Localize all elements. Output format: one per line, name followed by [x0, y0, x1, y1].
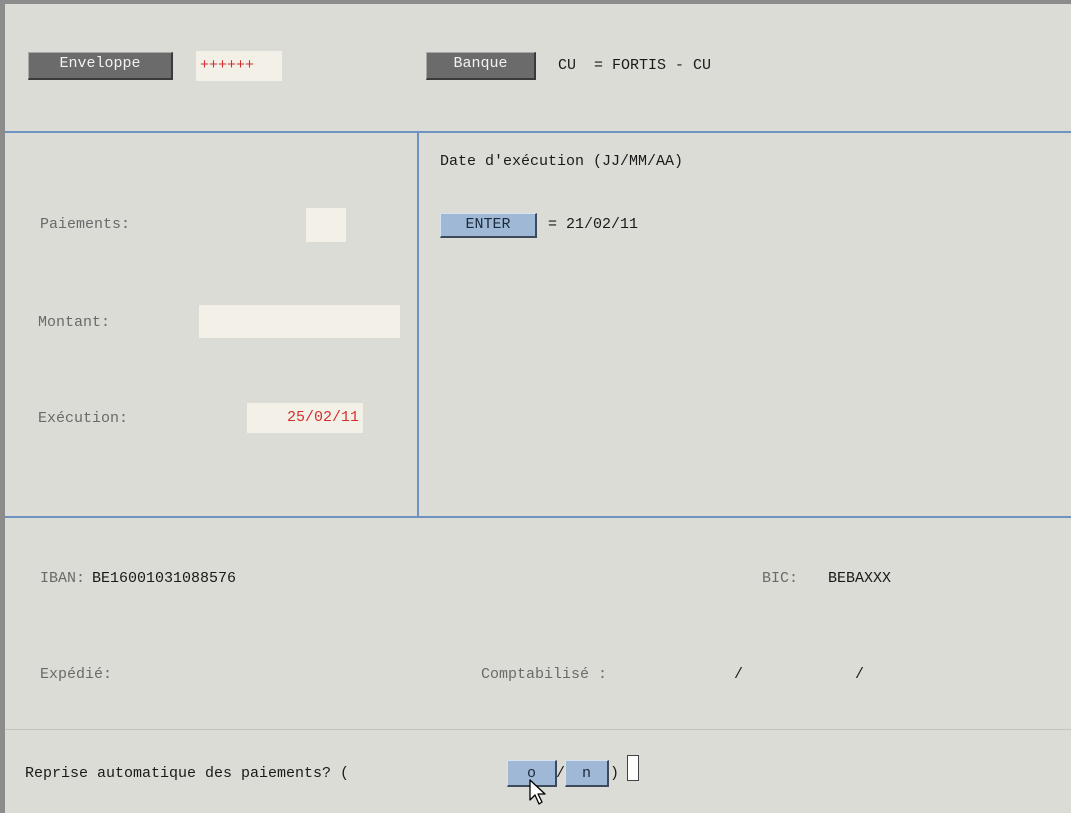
- window-frame-left: [0, 0, 5, 813]
- mid-divider: [5, 516, 1071, 518]
- enter-button[interactable]: ENTER: [440, 213, 537, 238]
- bic-label: BIC:: [762, 570, 799, 587]
- banque-button[interactable]: Banque: [426, 52, 536, 80]
- no-button[interactable]: n: [565, 760, 609, 787]
- window-frame-top: [0, 0, 1071, 4]
- execution-field[interactable]: 25/02/11: [247, 403, 363, 433]
- date-execution-value: = 21/02/11: [548, 216, 639, 233]
- iban-value: BE16001031088576: [92, 570, 237, 587]
- expedie-label: Expédié:: [40, 666, 113, 683]
- iban-label: IBAN:: [40, 570, 86, 587]
- paiements-label: Paiements:: [40, 216, 131, 233]
- header-divider: [5, 131, 1071, 133]
- date-execution-title: Date d'exécution (JJ/MM/AA): [440, 153, 684, 170]
- execution-label: Exécution:: [38, 410, 129, 427]
- panel-divider: [417, 131, 419, 518]
- mouse-pointer-icon: [529, 779, 546, 805]
- comptabilise-separator-1: /: [734, 666, 744, 683]
- enveloppe-button[interactable]: Enveloppe: [28, 52, 173, 80]
- reprise-prompt: Reprise automatique des paiements? (: [25, 765, 350, 782]
- paiements-field[interactable]: [306, 208, 346, 242]
- enveloppe-value-field[interactable]: ++++++: [196, 51, 282, 81]
- banque-value: CU = FORTIS - CU: [558, 57, 712, 74]
- prompt-divider: [5, 729, 1071, 730]
- prompt-slash: /: [556, 765, 566, 782]
- comptabilise-separator-2: /: [855, 666, 865, 683]
- text-cursor[interactable]: [627, 755, 639, 781]
- bic-value: BEBAXXX: [828, 570, 892, 587]
- comptabilise-label: Comptabilisé :: [481, 666, 608, 683]
- montant-field[interactable]: [199, 305, 400, 338]
- montant-label: Montant:: [38, 314, 111, 331]
- prompt-close-paren: ): [610, 765, 620, 782]
